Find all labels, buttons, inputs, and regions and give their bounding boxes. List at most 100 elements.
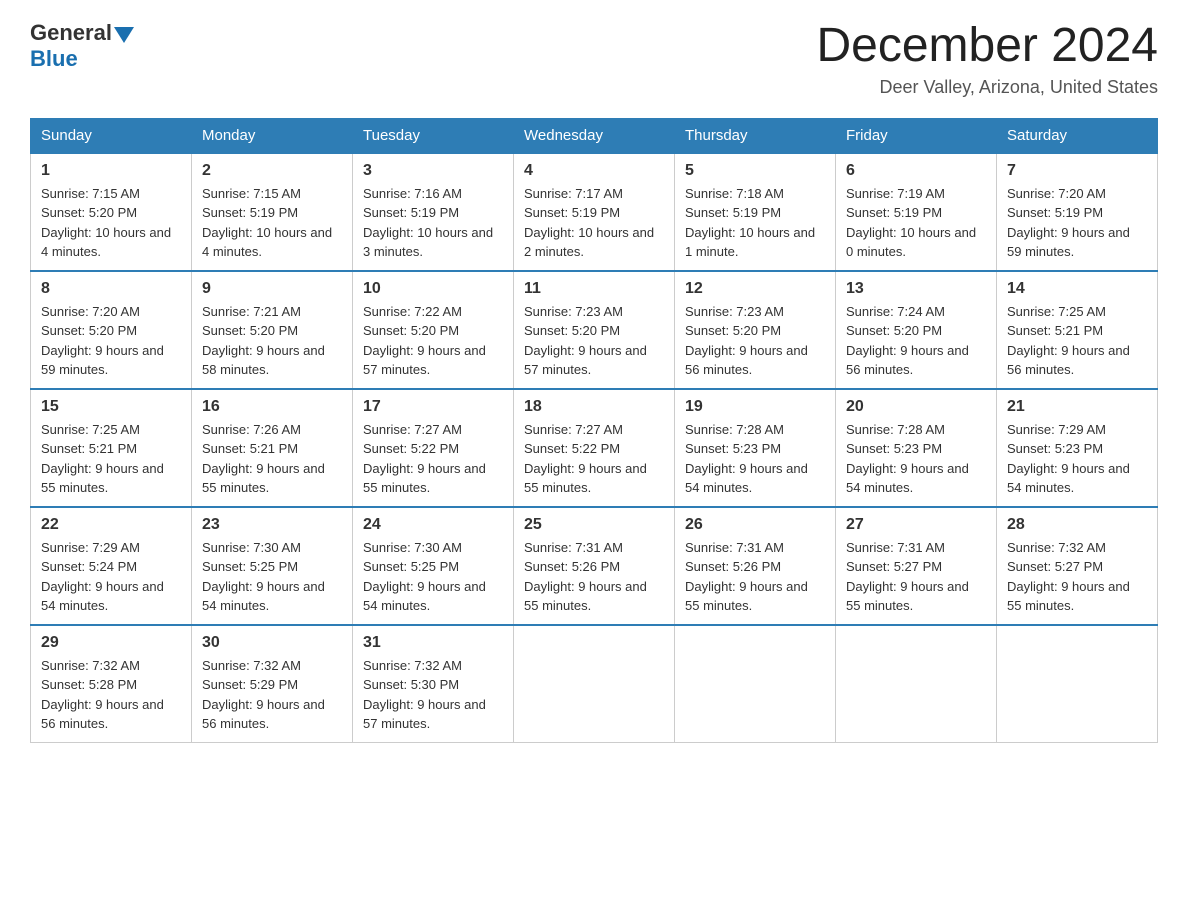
day-info: Sunrise: 7:23 AMSunset: 5:20 PMDaylight:… — [524, 302, 664, 380]
day-info: Sunrise: 7:27 AMSunset: 5:22 PMDaylight:… — [363, 420, 503, 498]
day-number: 23 — [202, 516, 342, 534]
day-number: 24 — [363, 516, 503, 534]
day-number: 1 — [41, 162, 181, 180]
day-number: 2 — [202, 162, 342, 180]
day-number: 17 — [363, 398, 503, 416]
day-number: 30 — [202, 634, 342, 652]
day-info: Sunrise: 7:23 AMSunset: 5:20 PMDaylight:… — [685, 302, 825, 380]
day-number: 6 — [846, 162, 986, 180]
day-info: Sunrise: 7:32 AMSunset: 5:28 PMDaylight:… — [41, 656, 181, 734]
table-row: 26 Sunrise: 7:31 AMSunset: 5:26 PMDayligh… — [675, 507, 836, 625]
day-number: 20 — [846, 398, 986, 416]
title-section: December 2024 Deer Valley, Arizona, Unit… — [816, 20, 1158, 98]
day-number: 12 — [685, 280, 825, 298]
day-number: 28 — [1007, 516, 1147, 534]
table-row: 13 Sunrise: 7:24 AMSunset: 5:20 PMDayligh… — [836, 271, 997, 389]
logo-triangle-icon — [114, 27, 134, 43]
table-row: 11 Sunrise: 7:23 AMSunset: 5:20 PMDayligh… — [514, 271, 675, 389]
table-row: 8Sunrise: 7:20 AMSunset: 5:20 PMDaylight… — [31, 271, 192, 389]
table-row: 31 Sunrise: 7:32 AMSunset: 5:30 PMDayligh… — [353, 625, 514, 743]
logo-general-text: General — [30, 20, 112, 46]
day-info: Sunrise: 7:30 AMSunset: 5:25 PMDaylight:… — [202, 538, 342, 616]
table-row: 22 Sunrise: 7:29 AMSunset: 5:24 PMDayligh… — [31, 507, 192, 625]
table-row: 2 Sunrise: 7:15 AMSunset: 5:19 PMDaylight… — [192, 153, 353, 271]
day-number: 11 — [524, 280, 664, 298]
calendar-header: Sunday Monday Tuesday Wednesday Thursday… — [31, 118, 1158, 153]
table-row: 6 Sunrise: 7:19 AMSunset: 5:19 PMDaylight… — [836, 153, 997, 271]
table-row: 15 Sunrise: 7:25 AMSunset: 5:21 PMDayligh… — [31, 389, 192, 507]
table-row: 1Sunrise: 7:15 AMSunset: 5:20 PMDaylight… — [31, 153, 192, 271]
col-tuesday: Tuesday — [353, 118, 514, 153]
day-info: Sunrise: 7:20 AMSunset: 5:19 PMDaylight:… — [1007, 184, 1147, 262]
day-info: Sunrise: 7:28 AMSunset: 5:23 PMDaylight:… — [846, 420, 986, 498]
table-row: 27Sunrise: 7:31 AMSunset: 5:27 PMDayligh… — [836, 507, 997, 625]
table-row: 18Sunrise: 7:27 AMSunset: 5:22 PMDayligh… — [514, 389, 675, 507]
day-info: Sunrise: 7:31 AMSunset: 5:27 PMDaylight:… — [846, 538, 986, 616]
col-saturday: Saturday — [997, 118, 1158, 153]
day-number: 21 — [1007, 398, 1147, 416]
day-info: Sunrise: 7:30 AMSunset: 5:25 PMDaylight:… — [363, 538, 503, 616]
calendar-week-row: 8Sunrise: 7:20 AMSunset: 5:20 PMDaylight… — [31, 271, 1158, 389]
day-number: 25 — [524, 516, 664, 534]
day-info: Sunrise: 7:18 AMSunset: 5:19 PMDaylight:… — [685, 184, 825, 262]
calendar-body: 1Sunrise: 7:15 AMSunset: 5:20 PMDaylight… — [31, 153, 1158, 743]
table-row: 14 Sunrise: 7:25 AMSunset: 5:21 PMDayligh… — [997, 271, 1158, 389]
calendar-week-row: 1Sunrise: 7:15 AMSunset: 5:20 PMDaylight… — [31, 153, 1158, 271]
table-row: 17 Sunrise: 7:27 AMSunset: 5:22 PMDayligh… — [353, 389, 514, 507]
day-number: 26 — [685, 516, 825, 534]
table-row: 4 Sunrise: 7:17 AMSunset: 5:19 PMDaylight… — [514, 153, 675, 271]
day-info: Sunrise: 7:25 AMSunset: 5:21 PMDaylight:… — [41, 420, 181, 498]
table-row: 30 Sunrise: 7:32 AMSunset: 5:29 PMDayligh… — [192, 625, 353, 743]
day-info: Sunrise: 7:17 AMSunset: 5:19 PMDaylight:… — [524, 184, 664, 262]
day-number: 31 — [363, 634, 503, 652]
day-number: 18 — [524, 398, 664, 416]
day-info: Sunrise: 7:31 AMSunset: 5:26 PMDaylight:… — [524, 538, 664, 616]
day-number: 14 — [1007, 280, 1147, 298]
day-info: Sunrise: 7:25 AMSunset: 5:21 PMDaylight:… — [1007, 302, 1147, 380]
day-info: Sunrise: 7:29 AMSunset: 5:23 PMDaylight:… — [1007, 420, 1147, 498]
table-row: 29 Sunrise: 7:32 AMSunset: 5:28 PMDayligh… — [31, 625, 192, 743]
day-number: 10 — [363, 280, 503, 298]
day-info: Sunrise: 7:16 AMSunset: 5:19 PMDaylight:… — [363, 184, 503, 262]
table-row: 21 Sunrise: 7:29 AMSunset: 5:23 PMDayligh… — [997, 389, 1158, 507]
col-friday: Friday — [836, 118, 997, 153]
table-row: 3 Sunrise: 7:16 AMSunset: 5:19 PMDaylight… — [353, 153, 514, 271]
day-info: Sunrise: 7:32 AMSunset: 5:30 PMDaylight:… — [363, 656, 503, 734]
calendar-week-row: 15 Sunrise: 7:25 AMSunset: 5:21 PMDayligh… — [31, 389, 1158, 507]
day-info: Sunrise: 7:24 AMSunset: 5:20 PMDaylight:… — [846, 302, 986, 380]
day-info: Sunrise: 7:20 AMSunset: 5:20 PMDaylight:… — [41, 302, 181, 380]
day-info: Sunrise: 7:29 AMSunset: 5:24 PMDaylight:… — [41, 538, 181, 616]
day-number: 19 — [685, 398, 825, 416]
month-title: December 2024 — [816, 20, 1158, 73]
day-info: Sunrise: 7:32 AMSunset: 5:29 PMDaylight:… — [202, 656, 342, 734]
day-number: 5 — [685, 162, 825, 180]
table-row: 19 Sunrise: 7:28 AMSunset: 5:23 PMDayligh… — [675, 389, 836, 507]
day-info: Sunrise: 7:21 AMSunset: 5:20 PMDaylight:… — [202, 302, 342, 380]
page-header: General Blue December 2024 Deer Valley, … — [30, 20, 1158, 98]
day-number: 3 — [363, 162, 503, 180]
day-number: 13 — [846, 280, 986, 298]
header-row: Sunday Monday Tuesday Wednesday Thursday… — [31, 118, 1158, 153]
day-info: Sunrise: 7:15 AMSunset: 5:19 PMDaylight:… — [202, 184, 342, 262]
table-row: 9Sunrise: 7:21 AMSunset: 5:20 PMDaylight… — [192, 271, 353, 389]
day-number: 16 — [202, 398, 342, 416]
table-row: 24 Sunrise: 7:30 AMSunset: 5:25 PMDayligh… — [353, 507, 514, 625]
table-row — [675, 625, 836, 743]
table-row: 5 Sunrise: 7:18 AMSunset: 5:19 PMDaylight… — [675, 153, 836, 271]
table-row: 16Sunrise: 7:26 AMSunset: 5:21 PMDayligh… — [192, 389, 353, 507]
day-info: Sunrise: 7:28 AMSunset: 5:23 PMDaylight:… — [685, 420, 825, 498]
day-info: Sunrise: 7:31 AMSunset: 5:26 PMDaylight:… — [685, 538, 825, 616]
table-row: 10Sunrise: 7:22 AMSunset: 5:20 PMDayligh… — [353, 271, 514, 389]
table-row: 28Sunrise: 7:32 AMSunset: 5:27 PMDayligh… — [997, 507, 1158, 625]
day-number: 22 — [41, 516, 181, 534]
table-row — [514, 625, 675, 743]
day-number: 4 — [524, 162, 664, 180]
day-info: Sunrise: 7:19 AMSunset: 5:19 PMDaylight:… — [846, 184, 986, 262]
logo-blue-text: Blue — [30, 46, 78, 72]
table-row: 25 Sunrise: 7:31 AMSunset: 5:26 PMDayligh… — [514, 507, 675, 625]
table-row: 23 Sunrise: 7:30 AMSunset: 5:25 PMDayligh… — [192, 507, 353, 625]
col-sunday: Sunday — [31, 118, 192, 153]
day-number: 15 — [41, 398, 181, 416]
day-number: 29 — [41, 634, 181, 652]
calendar-week-row: 29 Sunrise: 7:32 AMSunset: 5:28 PMDayligh… — [31, 625, 1158, 743]
